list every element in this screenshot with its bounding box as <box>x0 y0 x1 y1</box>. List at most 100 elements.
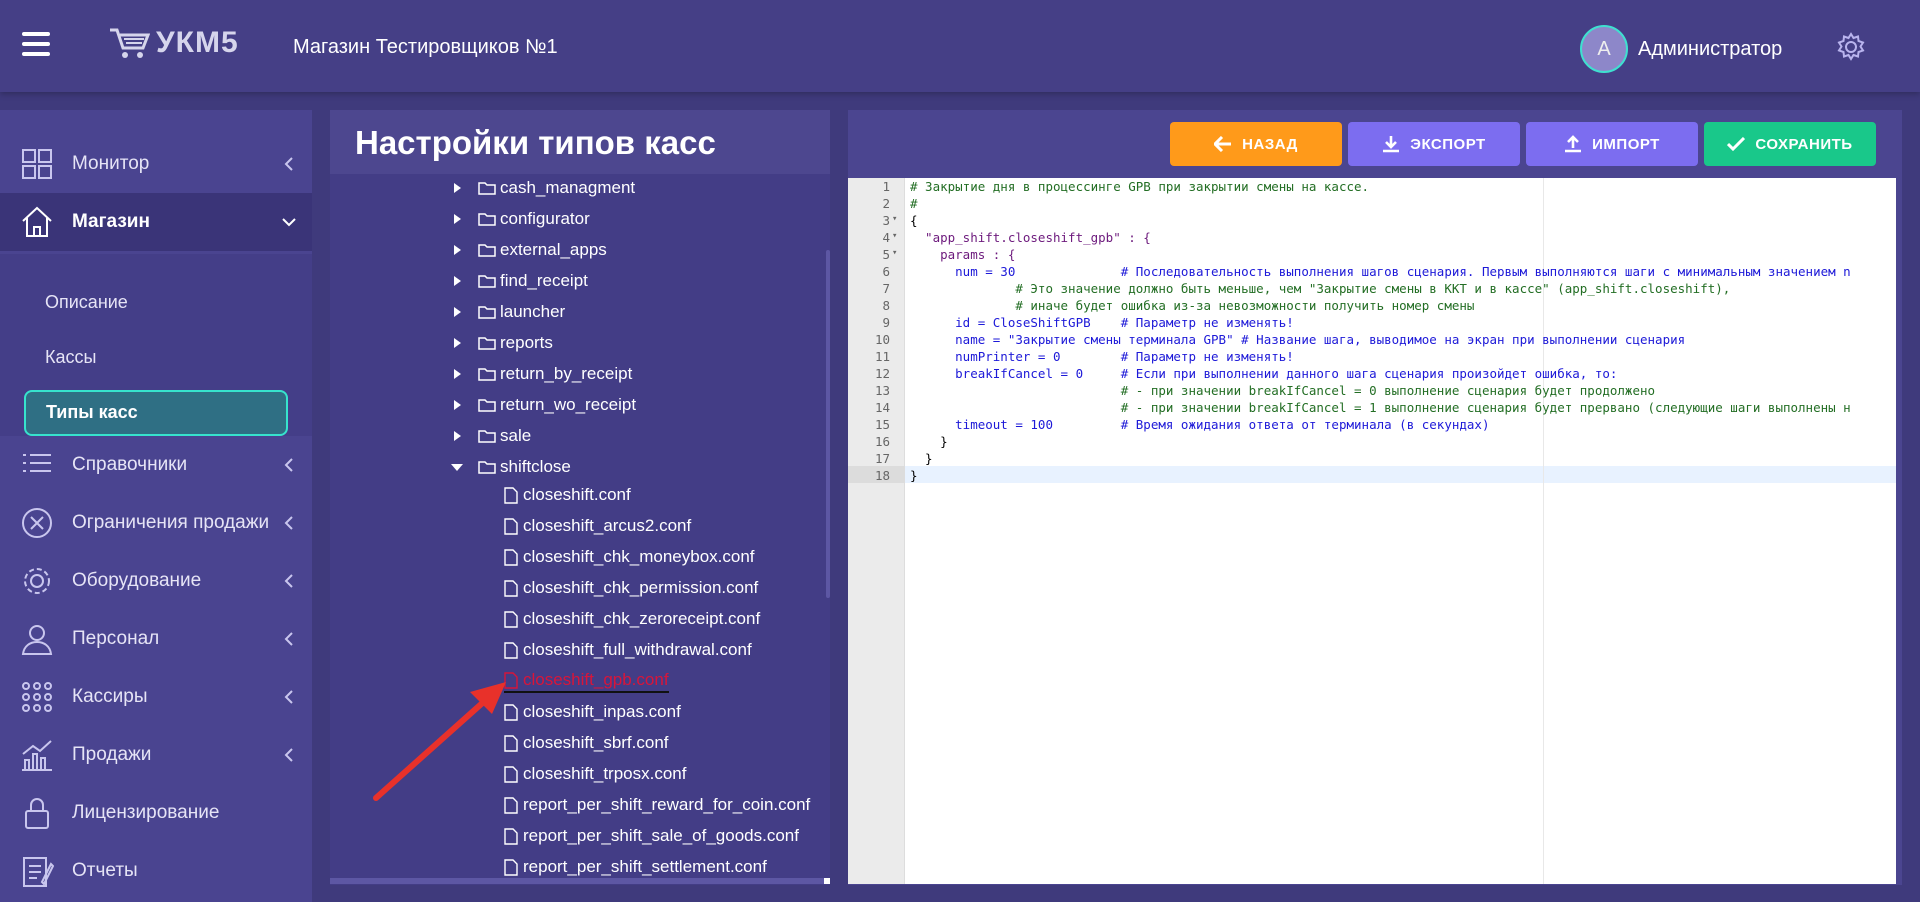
sidebar-item-sale-restrictions[interactable]: Ограничения продажи <box>0 494 312 552</box>
tree-folder-sale[interactable]: sale <box>450 424 531 448</box>
tree-file[interactable]: closeshift_trposx.conf <box>504 762 686 786</box>
sidebar-item-equipment[interactable]: Оборудование <box>0 552 312 610</box>
code-line: } <box>910 451 933 466</box>
code-line: params : { <box>910 247 1016 262</box>
tree-vertical-scrollbar[interactable] <box>826 250 830 598</box>
tree-folder-cash-managment[interactable]: cash_managment <box>450 176 635 200</box>
tree-file[interactable]: closeshift_chk_zeroreceipt.conf <box>504 607 760 631</box>
tree-file[interactable]: closeshift_chk_moneybox.conf <box>504 545 755 569</box>
code-line: "app_shift.closeshift_gpb" : { <box>910 230 1151 245</box>
line-number: 17 <box>874 451 890 466</box>
tree-folder-launcher[interactable]: launcher <box>450 300 565 324</box>
tree-file-label: report_per_shift_settlement.conf <box>523 857 767 876</box>
code-editor[interactable]: 1 2 3 4 5 6 7 8 9 10 11 12 13 14 15 16 1… <box>848 178 1896 884</box>
sidebar-item-cashiers[interactable]: Кассиры <box>0 668 312 726</box>
tree-folder-configurator[interactable]: configurator <box>450 207 590 231</box>
line-number: 5 <box>882 247 890 262</box>
sidebar-item-label: Монитор <box>72 153 150 174</box>
chevron-left-icon <box>284 516 293 530</box>
line-number: 8 <box>882 298 890 313</box>
tree-folder-label: external_apps <box>500 240 607 259</box>
back-button[interactable]: НАЗАД <box>1170 122 1342 166</box>
sidebar-item-label: Продажи <box>72 744 152 765</box>
export-button-label: ЭКСПОРТ <box>1410 135 1486 153</box>
tree-folder-external-apps[interactable]: external_apps <box>450 238 607 262</box>
app-logo[interactable]: УКМ5 <box>108 26 239 60</box>
tree-file[interactable]: closeshift_full_withdrawal.conf <box>504 638 752 662</box>
caret-right-icon <box>454 369 461 379</box>
file-icon <box>504 486 518 504</box>
cart-icon <box>108 26 150 60</box>
settings-gear-icon[interactable] <box>1836 32 1866 62</box>
code-line: # - при значении breakIfCancel = 0 выпол… <box>910 383 1656 398</box>
save-button[interactable]: СОХРАНИТЬ <box>1704 122 1876 166</box>
submenu-item-kassa-types[interactable]: Типы касс <box>24 390 288 436</box>
avatar[interactable]: A <box>1580 25 1628 73</box>
caret-right-icon <box>454 307 461 317</box>
sidebar-item-licensing[interactable]: Лицензирование <box>0 784 312 842</box>
sidebar-item-references[interactable]: Справочники <box>0 436 312 494</box>
chevron-left-icon <box>284 458 293 472</box>
tree-file[interactable]: closeshift_arcus2.conf <box>504 514 691 538</box>
save-button-label: СОХРАНИТЬ <box>1755 135 1853 153</box>
tree-file-label: closeshift_arcus2.conf <box>523 516 692 535</box>
sidebar-item-staff[interactable]: Персонал <box>0 610 312 668</box>
caret-right-icon <box>454 245 461 255</box>
tree-file[interactable]: closeshift_sbrf.conf <box>504 731 669 755</box>
code-line: # Это значение должно быть меньше, чем "… <box>910 281 1731 296</box>
user-name[interactable]: Администратор <box>1638 38 1782 61</box>
file-icon <box>504 827 518 845</box>
tree-file-label: closeshift_trposx.conf <box>523 764 687 783</box>
fold-toggle-icon[interactable]: ▾ <box>892 248 897 258</box>
file-icon <box>504 641 518 659</box>
tree-file[interactable]: closeshift.conf <box>504 483 631 507</box>
tree-folder-label: shiftclose <box>500 457 571 476</box>
tree-file[interactable]: report_per_shift_settlement.conf <box>504 855 767 879</box>
tree-file-label: closeshift_sbrf.conf <box>523 733 669 752</box>
caret-right-icon <box>454 338 461 348</box>
person-icon <box>21 625 53 655</box>
sidebar-item-label: Справочники <box>72 454 188 475</box>
tree-file[interactable]: report_per_shift_reward_for_coin.conf <box>504 793 810 817</box>
sidebar-item-sales[interactable]: Продажи <box>0 726 312 784</box>
report-icon <box>23 857 54 887</box>
menu-burger-icon[interactable] <box>22 32 50 56</box>
tree-folder-reports[interactable]: reports <box>450 331 553 355</box>
arrow-left-icon <box>1214 136 1232 152</box>
import-button[interactable]: ИМПОРТ <box>1526 122 1698 166</box>
tree-folder-find-receipt[interactable]: find_receipt <box>450 269 588 293</box>
sidebar-item-label: Лицензирование <box>72 802 220 823</box>
line-number: 1 <box>882 179 890 194</box>
submenu-item-description[interactable]: Описание <box>45 292 128 313</box>
code-line: } <box>910 434 948 449</box>
tree-file[interactable]: closeshift_inpas.conf <box>504 700 681 724</box>
fold-toggle-icon[interactable]: ▾ <box>892 231 897 241</box>
sidebar-item-reports[interactable]: Отчеты <box>0 842 312 900</box>
tree-folder-shiftclose[interactable]: shiftclose <box>450 455 571 479</box>
tree-folder-return-wo-receipt[interactable]: return_wo_receipt <box>450 393 636 417</box>
export-button[interactable]: ЭКСПОРТ <box>1348 122 1520 166</box>
tree-folder-return-by-receipt[interactable]: return_by_receipt <box>450 362 632 386</box>
store-home-icon <box>22 206 52 237</box>
submenu-item-kassy[interactable]: Кассы <box>45 347 96 368</box>
restriction-icon <box>22 508 52 538</box>
tree-file[interactable]: closeshift_chk_permission.conf <box>504 576 758 600</box>
code-line: num = 30 # Последовательность выполнения… <box>910 264 1851 279</box>
line-number: 2 <box>882 196 890 211</box>
sidebar-item-label: Оборудование <box>72 570 202 591</box>
store-name[interactable]: Магазин Тестировщиков №1 <box>293 36 558 59</box>
chevron-left-icon <box>284 748 293 762</box>
tree-file-selected[interactable]: closeshift_gpb.conf <box>504 669 669 693</box>
line-number: 7 <box>882 281 890 296</box>
line-number: 3 <box>882 213 890 228</box>
tree-horizontal-scrollbar[interactable] <box>330 878 830 884</box>
tree-file[interactable]: report_per_shift_sale_of_goods.conf <box>504 824 799 848</box>
file-icon <box>504 610 518 628</box>
sidebar-item-store[interactable]: Магазин <box>0 193 312 251</box>
folder-icon <box>478 182 496 195</box>
code-line: { <box>910 213 918 228</box>
scrollbar-corner <box>824 878 830 884</box>
code-line: numPrinter = 0 # Параметр не изменять! <box>910 349 1294 364</box>
fold-toggle-icon[interactable]: ▾ <box>892 214 897 224</box>
sidebar-item-monitor[interactable]: Монитор <box>0 135 312 193</box>
